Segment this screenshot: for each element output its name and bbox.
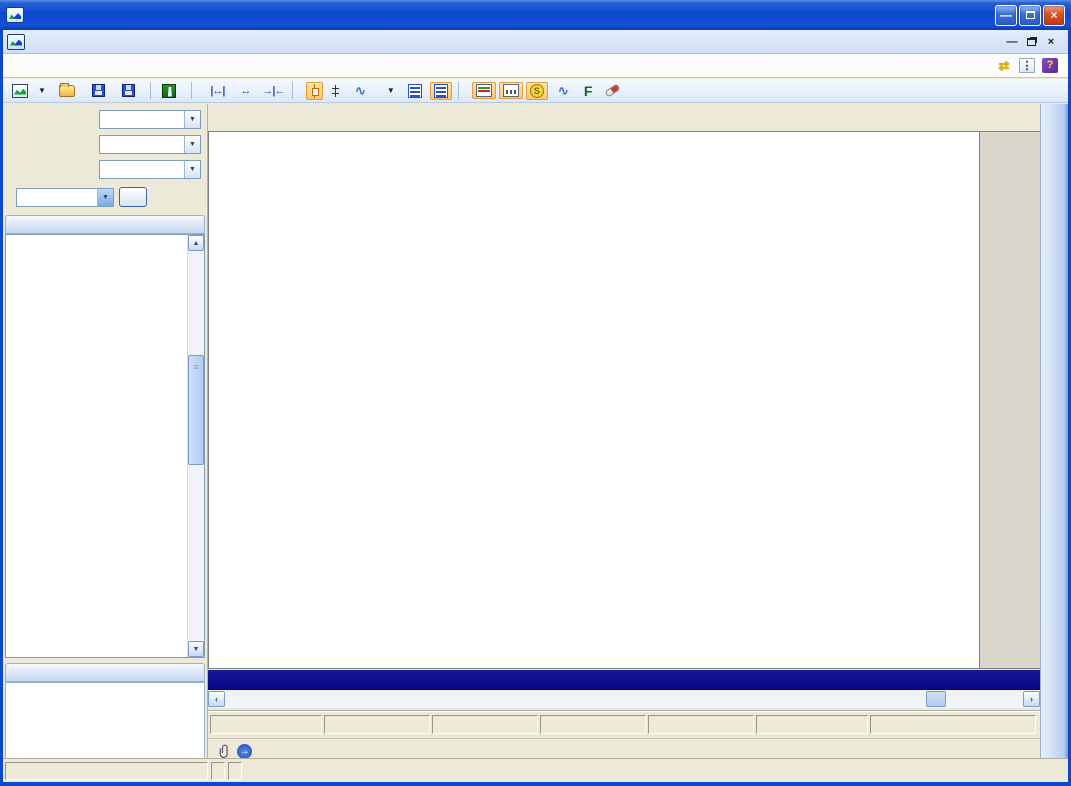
- style-line-button[interactable]: ∿: [348, 82, 373, 100]
- fundamentals-f-icon: F: [584, 83, 593, 99]
- nav-right-icons: [996, 58, 1068, 73]
- show-indicators-button[interactable]: [472, 82, 496, 99]
- signal-coin-icon: S: [530, 84, 544, 98]
- panes-collapse-button[interactable]: [403, 82, 427, 100]
- datasets-tree: ▲ ▼: [5, 234, 205, 658]
- tree-scrollbar[interactable]: ▲ ▼: [187, 235, 204, 657]
- status-bar: [3, 758, 1068, 782]
- paperclip-icon: [218, 744, 232, 759]
- chevron-down-icon[interactable]: ▼: [184, 161, 200, 178]
- chevron-down-icon: ▼: [38, 86, 46, 95]
- workspace-layout-icon[interactable]: [996, 58, 1012, 73]
- open-strategy-button[interactable]: [54, 83, 84, 99]
- chart-frame: [208, 131, 1040, 669]
- strategy-parameters-box: [5, 682, 205, 768]
- title-bar: — ×: [0, 0, 1071, 30]
- go-button[interactable]: [119, 187, 147, 207]
- new-chart-icon: [12, 84, 28, 98]
- mdi-controls: — ×: [1005, 35, 1064, 48]
- save-icon: [92, 84, 105, 97]
- show-volume-button[interactable]: [499, 82, 523, 99]
- style-ohlc-button[interactable]: [326, 82, 345, 100]
- chevron-down-icon[interactable]: ▼: [184, 111, 200, 128]
- login-fidelity-button[interactable]: [157, 82, 185, 100]
- volume-pane-icon: [503, 84, 519, 97]
- candlestick-icon: [310, 84, 319, 98]
- folder-icon: [59, 85, 75, 97]
- line-style-icon: ∿: [353, 84, 368, 98]
- scale-select[interactable]: ▼: [99, 110, 201, 129]
- app-icon: [6, 7, 24, 23]
- mdi-child-icon: [7, 34, 25, 50]
- chart-plots[interactable]: [209, 132, 978, 668]
- strategy-parameters-header: [5, 663, 205, 682]
- scroll-up-icon[interactable]: ▲: [188, 235, 204, 251]
- save-as-button[interactable]: [117, 82, 144, 99]
- scroll-right-icon[interactable]: ›: [1023, 691, 1040, 707]
- mdi-minimize-icon[interactable]: —: [1005, 35, 1019, 48]
- chart-tabs: [208, 104, 1040, 130]
- spacing-wider-button[interactable]: |↔|: [205, 82, 230, 100]
- style-more-button[interactable]: ▼: [376, 84, 400, 97]
- scroll-down-icon[interactable]: ▼: [188, 641, 204, 657]
- mdi-close-icon[interactable]: ×: [1044, 35, 1058, 48]
- chevron-down-icon[interactable]: ▼: [97, 189, 113, 206]
- scrollbar-thumb[interactable]: [188, 355, 204, 465]
- sidebar: ▼ ▼ ▼ ▼ ▲ ▼: [3, 104, 208, 758]
- chart-indicators-icon: [476, 84, 492, 97]
- spacing-narrower-button[interactable]: →|←: [261, 82, 286, 100]
- panes-expanded-icon: [434, 84, 448, 98]
- eraser-icon: [605, 83, 621, 97]
- wave-icon: ∿: [556, 84, 571, 98]
- active-orders-count: [228, 762, 242, 780]
- chevron-down-icon: ▼: [387, 86, 395, 95]
- window-properties-icon[interactable]: [1019, 58, 1035, 73]
- nav-bar: [3, 54, 1068, 78]
- fidelity-lighthouse-icon: [162, 84, 176, 98]
- help-book-icon[interactable]: [1042, 58, 1058, 73]
- position-size-select[interactable]: ▼: [99, 160, 201, 179]
- close-button[interactable]: ×: [1043, 5, 1065, 26]
- show-signals-button[interactable]: S: [526, 82, 548, 100]
- scroll-left-icon[interactable]: ‹: [208, 691, 225, 707]
- mdi-restore-icon[interactable]: [1027, 38, 1036, 46]
- date-axis: [208, 670, 1040, 690]
- style-candlestick-button[interactable]: [306, 82, 323, 100]
- price-axis[interactable]: [979, 132, 1040, 668]
- minimize-button[interactable]: —: [995, 5, 1017, 26]
- chevron-down-icon[interactable]: ▼: [184, 136, 200, 153]
- bar-label: [210, 715, 322, 734]
- save-button[interactable]: [87, 82, 114, 99]
- symbol-input[interactable]: ▼: [16, 188, 114, 207]
- menu-bar: — ×: [3, 30, 1068, 54]
- panes-expand-button[interactable]: [430, 82, 452, 100]
- show-wave-button[interactable]: ∿: [551, 82, 576, 100]
- erase-annotations-button[interactable]: [600, 85, 625, 96]
- new-button[interactable]: ▼: [7, 82, 51, 100]
- toolbar: ▼ |↔| ↔ →|← ∿ ▼ S ∿ F: [3, 79, 1068, 103]
- chart-region: ‹ › →: [208, 104, 1040, 758]
- mouse-label: [870, 715, 1036, 734]
- app-window: — × — × ▼ |↔| ↔ →|←: [0, 0, 1071, 786]
- data-range-select[interactable]: ▼: [99, 135, 201, 154]
- orders-count: [211, 762, 225, 780]
- ohlc-bars-icon: [331, 84, 340, 98]
- panes-icon: [408, 84, 422, 98]
- streaming-icon[interactable]: →: [237, 744, 252, 759]
- chart-horizontal-scrollbar[interactable]: ‹ ›: [208, 691, 1040, 708]
- strategy-status-message[interactable]: [5, 762, 208, 780]
- scrollbar-thumb[interactable]: [926, 691, 946, 707]
- datasets-header: [5, 215, 205, 234]
- save-as-icon: [122, 84, 135, 97]
- bar-status-row: [208, 710, 1040, 736]
- spacing-default-button[interactable]: ↔: [233, 82, 258, 100]
- show-fundamentals-button[interactable]: F: [579, 81, 598, 101]
- maximize-button[interactable]: [1019, 5, 1041, 26]
- drawing-tools-strip: [1040, 104, 1068, 758]
